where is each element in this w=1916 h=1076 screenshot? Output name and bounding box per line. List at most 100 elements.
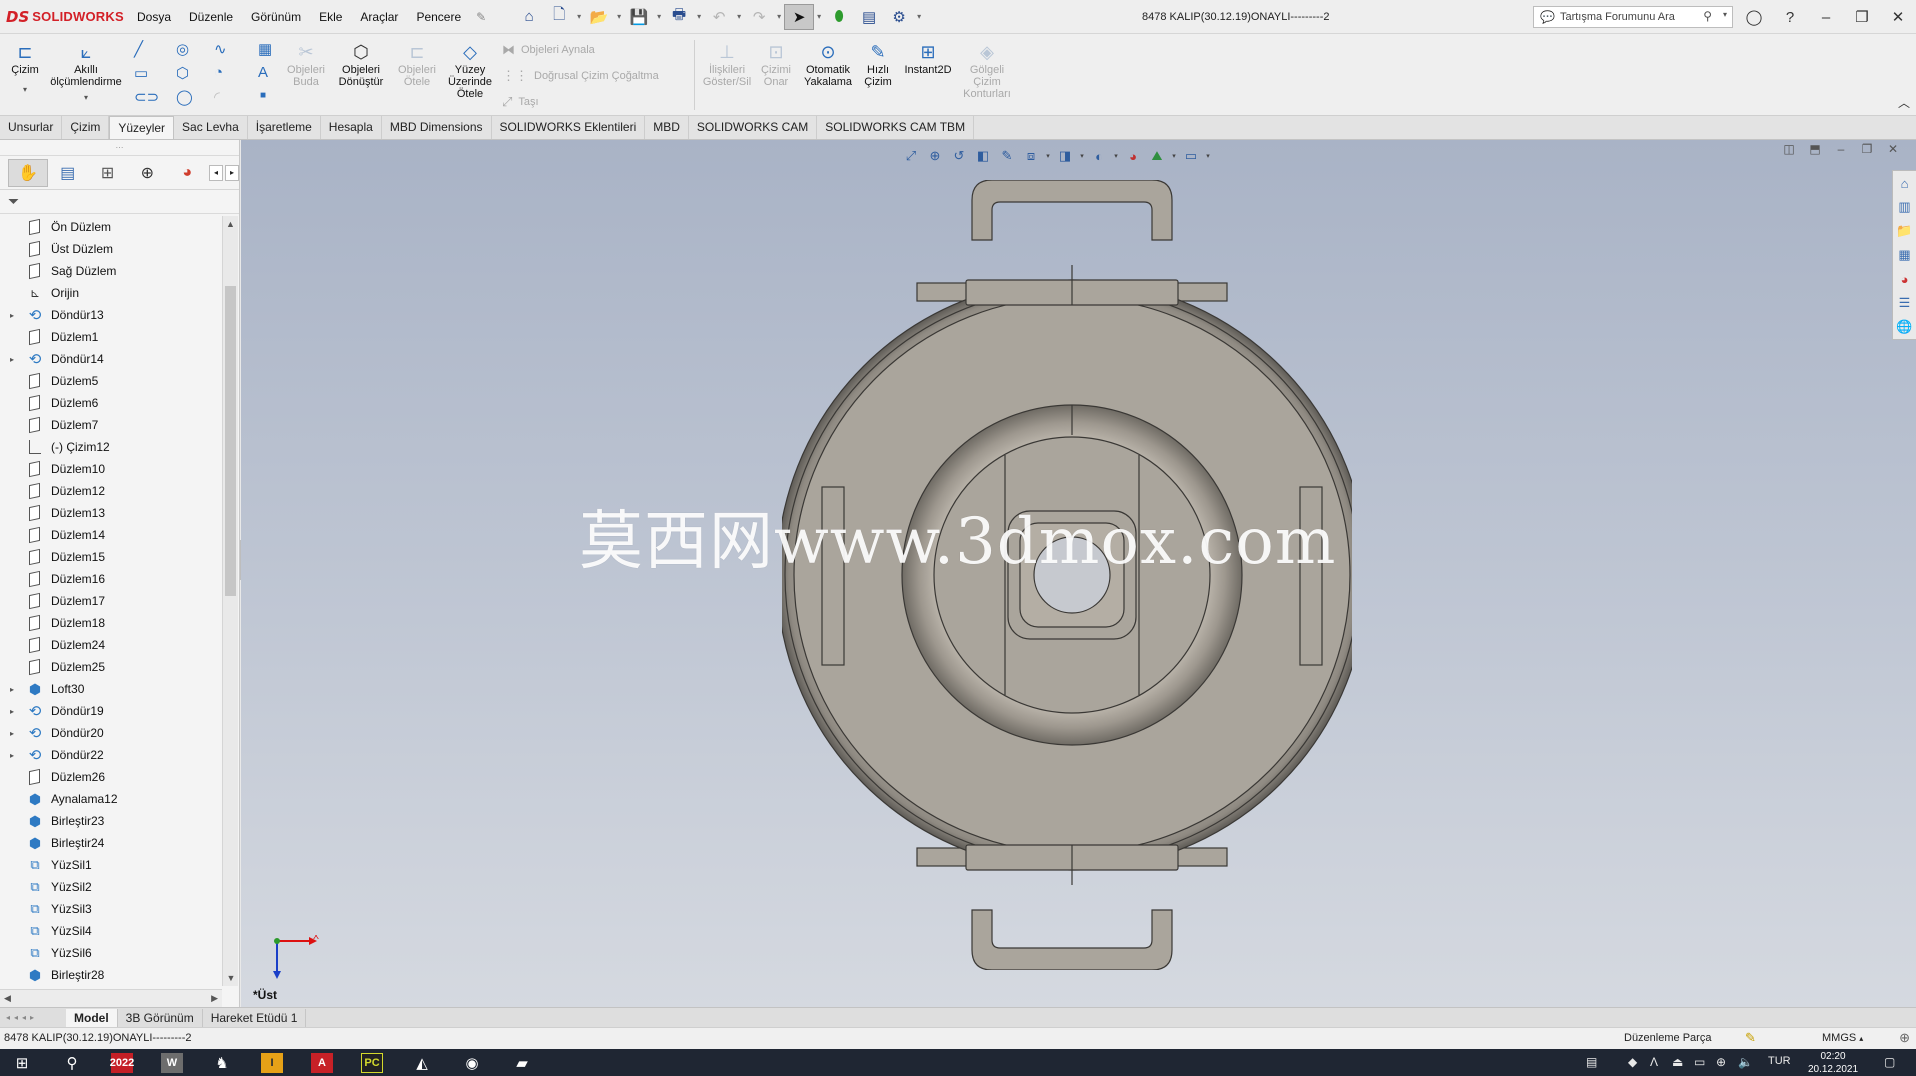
menu-tools[interactable]: Araçlar xyxy=(351,0,407,34)
tab-sketch[interactable]: Çizim xyxy=(62,116,110,139)
instant2d-button[interactable]: ⊞ Instant2D xyxy=(900,40,956,76)
configuration-manager-tab-icon[interactable]: ⊞ xyxy=(88,159,128,187)
tab-model[interactable]: Model xyxy=(66,1008,118,1027)
expand-arrow-icon[interactable]: ▸ xyxy=(6,685,18,694)
tab-nav-arrows-icon[interactable]: ◂◂◂▸ xyxy=(0,1013,66,1022)
tree-item-yüzsil6[interactable]: ⧉ YüzSil6 xyxy=(0,942,222,964)
menu-view[interactable]: Görünüm xyxy=(242,0,310,34)
shaded-sketch-contours-button[interactable]: ◈ Gölgeli Çizim Konturları xyxy=(958,40,1016,100)
tree-item-düzlem26[interactable]: Düzlem26 xyxy=(0,766,222,788)
zoom-to-area-icon[interactable]: ⊕ xyxy=(923,145,947,167)
trim-entities-button[interactable]: ✂ Objeleri Buda xyxy=(286,40,326,88)
tray-app-icon[interactable]: Λ xyxy=(1650,1055,1658,1069)
fillet-tool-icon[interactable]: ◔ xyxy=(214,64,223,81)
panel-collapse-handle[interactable]: ⋯ xyxy=(0,140,239,156)
convert-entities-button[interactable]: ⬡ Objeleri Dönüştür xyxy=(336,40,386,88)
menu-insert[interactable]: Ekle xyxy=(310,0,351,34)
view-settings-dropdown-icon[interactable]: ▾ xyxy=(1203,152,1213,160)
print-icon[interactable]: 🖶 xyxy=(664,4,694,30)
tabs-scroll-right-icon[interactable]: ▸ xyxy=(225,164,239,181)
matlab-taskbar-icon[interactable]: ◭ xyxy=(400,1049,444,1076)
tree-item-ön-düzlem[interactable]: Ön Düzlem xyxy=(0,216,222,238)
tab-sheet-metal[interactable]: Sac Levha xyxy=(174,116,248,139)
slot-tool-icon[interactable]: ⊂⊃ xyxy=(134,88,159,106)
file-properties-icon[interactable]: ▤ xyxy=(854,4,884,30)
smart-dimension-button[interactable]: ⟀ Akıllı ölçümlendirme ▾ xyxy=(46,40,126,104)
search-dropdown-icon[interactable]: ▾ xyxy=(1723,10,1727,19)
tab-3d-views[interactable]: 3B Görünüm xyxy=(118,1008,203,1027)
redo-icon[interactable]: ↷ xyxy=(744,4,774,30)
forum-search-box[interactable]: 💬 Tartışma Forumunu Ara ⚲ ▾ xyxy=(1533,6,1733,28)
tree-item-düzlem12[interactable]: Düzlem12 xyxy=(0,480,222,502)
options-gear-icon[interactable]: ⚙ xyxy=(884,4,914,30)
save-icon[interactable]: 💾 xyxy=(624,4,654,30)
spline-tool-icon[interactable]: ∿ xyxy=(214,40,227,58)
tree-item-üst-düzlem[interactable]: Üst Düzlem xyxy=(0,238,222,260)
split-horizontal-icon[interactable]: ◫ xyxy=(1776,142,1802,156)
file-explorer-taskbar-icon[interactable]: ▰ xyxy=(500,1049,544,1076)
point-tool-icon[interactable]: ■ xyxy=(260,90,266,101)
pin-icon[interactable]: ✎ xyxy=(470,10,492,24)
traffic-light-icon[interactable]: ⬮ xyxy=(824,4,854,30)
tree-item-düzlem10[interactable]: Düzlem10 xyxy=(0,458,222,480)
tree-horizontal-scrollbar[interactable]: ◀ ▶ xyxy=(0,989,222,1007)
app-i-taskbar-icon[interactable]: I xyxy=(250,1049,294,1076)
news-widget-icon[interactable]: ▤ xyxy=(1586,1055,1597,1069)
tab-mbd[interactable]: MBD xyxy=(645,116,689,139)
edit-appearance-icon[interactable]: ◕ xyxy=(1121,145,1145,167)
view-palette-icon[interactable]: ▦ xyxy=(1893,243,1916,267)
save-dropdown-icon[interactable]: ▾ xyxy=(654,12,664,21)
display-relations-button[interactable]: ⊥ İlişkileri Göster/Sil xyxy=(700,40,754,88)
tree-item--çizim12[interactable]: (-) Çizim12 xyxy=(0,436,222,458)
tree-item-düzlem1[interactable]: Düzlem1 xyxy=(0,326,222,348)
network-icon[interactable]: ⊕ xyxy=(1716,1055,1726,1069)
linear-pattern-button[interactable]: ⋮⋮ Doğrusal Çizim Çoğaltma xyxy=(502,68,659,84)
tabs-scroll-left-icon[interactable]: ◂ xyxy=(209,164,224,181)
dynamic-annotation-icon[interactable]: ✎ xyxy=(995,145,1019,167)
tree-item-birleştir24[interactable]: ⬢ Birleştir24 xyxy=(0,832,222,854)
rebuild-icon[interactable]: ✎ xyxy=(1745,1030,1756,1046)
ellipse-tool-icon[interactable]: ◯ xyxy=(176,88,193,106)
user-account-icon[interactable]: ◯ xyxy=(1736,8,1772,26)
tree-item-birleştir23[interactable]: ⬢ Birleştir23 xyxy=(0,810,222,832)
tree-item-düzlem6[interactable]: Düzlem6 xyxy=(0,392,222,414)
tray-shield-icon[interactable]: ◆ xyxy=(1628,1055,1637,1069)
system-clock[interactable]: 02:20 20.12.2021 xyxy=(1804,1050,1862,1076)
custom-properties-icon[interactable]: ☰ xyxy=(1893,291,1916,315)
text-tool-icon[interactable]: A xyxy=(258,64,268,81)
display-style-dropdown-icon[interactable]: ▾ xyxy=(1077,152,1087,160)
select-cursor-icon[interactable]: ➤ xyxy=(784,3,815,30)
tree-item-düzlem15[interactable]: Düzlem15 xyxy=(0,546,222,568)
graphics-area[interactable]: ⤢ ⊕ ↺ ◧ ✎ ⧈ ▾ ◨ ▾ ◐ ▾ ◕ ⛰ ▾ ▭ ▾ ◫ ⬒ – ❐ ✕ ⌂ ▥… xyxy=(241,140,1916,1007)
tab-markup[interactable]: İşaretleme xyxy=(248,116,321,139)
feature-manager-tab-icon[interactable]: ✋ xyxy=(8,158,48,187)
tree-item-düzlem25[interactable]: Düzlem25 xyxy=(0,656,222,678)
line-tool-icon[interactable]: ╱ xyxy=(134,40,143,58)
redo-dropdown-icon[interactable]: ▾ xyxy=(774,12,784,21)
print-dropdown-icon[interactable]: ▾ xyxy=(694,12,704,21)
filter-icon[interactable]: ⏷ xyxy=(0,190,239,214)
display-style-icon[interactable]: ◨ xyxy=(1053,145,1077,167)
tree-item-döndür19[interactable]: ▸ ⟲ Döndür19 xyxy=(0,700,222,722)
solidworks-resources-icon[interactable]: ⌂ xyxy=(1893,171,1916,195)
rapid-sketch-button[interactable]: ✎ Hızlı Çizim xyxy=(858,40,898,88)
mirror-entities-button[interactable]: ⧓ Objeleri Aynala xyxy=(502,42,595,58)
tree-item-aynalama12[interactable]: ⬢ Aynalama12 xyxy=(0,788,222,810)
offset-on-surface-button[interactable]: ◇ Yüzey Üzerinde Ötele xyxy=(446,40,494,100)
tree-item-loft30[interactable]: ▸ ⬢ Loft30 xyxy=(0,678,222,700)
quick-snaps-button[interactable]: ⊙ Otomatik Yakalama xyxy=(800,40,856,88)
search-icon[interactable]: ⚲ xyxy=(1703,9,1712,23)
tab-cam-tbm[interactable]: SOLIDWORKS CAM TBM xyxy=(817,116,975,139)
repair-sketch-button[interactable]: ⊡ Çizimi Onar xyxy=(756,40,796,88)
scroll-thumb[interactable] xyxy=(225,286,236,596)
display-manager-tab-icon[interactable]: ◕ xyxy=(167,159,207,187)
tree-item-düzlem5[interactable]: Düzlem5 xyxy=(0,370,222,392)
expand-arrow-icon[interactable]: ▸ xyxy=(6,355,18,364)
tree-item-döndür13[interactable]: ▸ ⟲ Döndür13 xyxy=(0,304,222,326)
pycharm-taskbar-icon[interactable]: PC xyxy=(350,1049,394,1076)
expand-arrow-icon[interactable]: ▸ xyxy=(6,707,18,716)
section-view-icon[interactable]: ◧ xyxy=(971,145,995,167)
menu-window[interactable]: Pencere xyxy=(407,0,470,34)
menu-edit[interactable]: Düzenle xyxy=(180,0,242,34)
tab-features[interactable]: Unsurlar xyxy=(0,116,63,139)
